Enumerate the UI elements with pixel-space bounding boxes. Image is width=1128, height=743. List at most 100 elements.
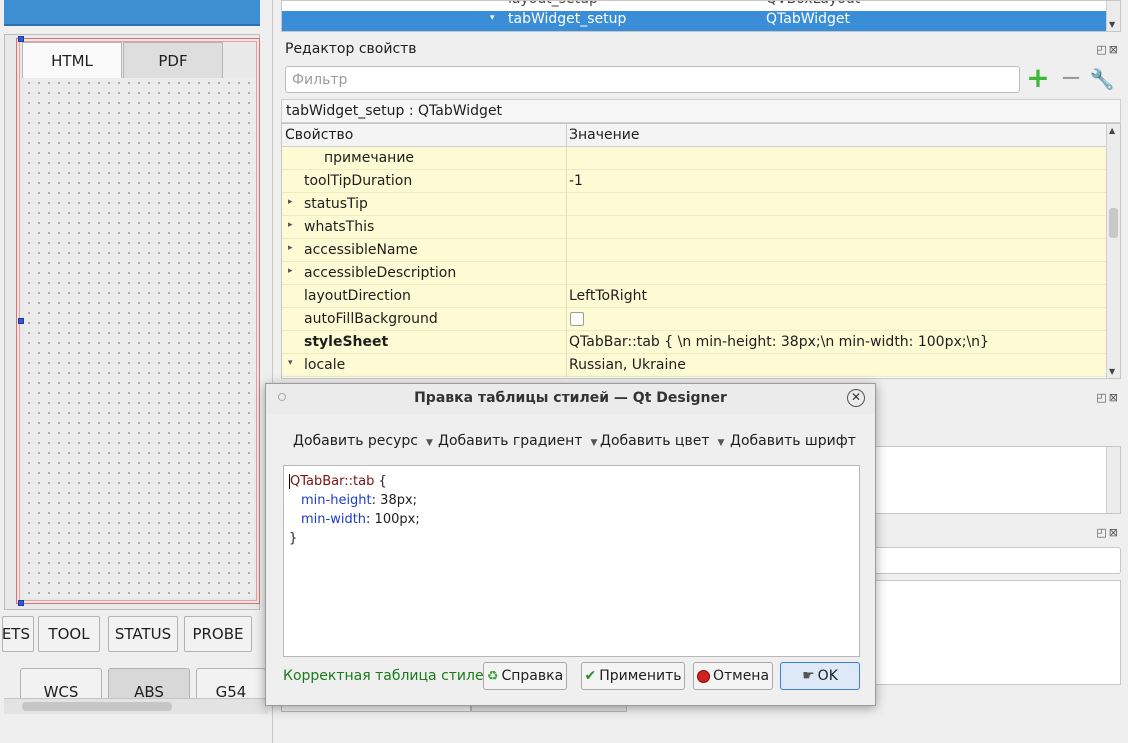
- expand-arrow-icon[interactable]: ▸: [288, 243, 293, 253]
- add-color-button[interactable]: Добавить цвет ▼: [600, 433, 724, 449]
- header-property[interactable]: Свойство: [285, 127, 353, 143]
- property-name: autoFillBackground: [304, 311, 438, 327]
- resize-handle[interactable]: [18, 318, 24, 324]
- stop-icon: [696, 669, 710, 683]
- code-brace: }: [289, 531, 298, 546]
- property-name: layoutDirection: [304, 288, 411, 304]
- property-table-scrollbar[interactable]: ▲ ▼: [1106, 124, 1120, 378]
- column-divider: [566, 239, 567, 262]
- ok-button[interactable]: ☛ OK: [780, 662, 860, 690]
- property-value[interactable]: -1: [569, 173, 583, 189]
- canvas-horizontal-scrollbar[interactable]: [4, 698, 268, 714]
- canvas-top-bar: [4, 0, 260, 26]
- code-property: min-width: [301, 512, 367, 527]
- cancel-label: Отмена: [712, 668, 770, 684]
- probe-button[interactable]: PROBE: [184, 616, 252, 652]
- tab-page-grid[interactable]: [24, 78, 256, 598]
- property-row[interactable]: ▾ locale Russian, Ukraine: [282, 354, 1108, 377]
- help-button[interactable]: ♻ Справка: [483, 662, 567, 690]
- help-icon: ♻: [486, 668, 499, 684]
- resize-handle[interactable]: [18, 600, 24, 606]
- auto-fill-checkbox[interactable]: [570, 312, 584, 326]
- chevron-down-icon: ▼: [717, 438, 725, 448]
- configure-wrench-icon[interactable]: 🔧: [1089, 66, 1115, 92]
- dock-float-close-icon[interactable]: ◰⊠: [1096, 391, 1120, 404]
- dialog-titlebar[interactable]: Правка таблицы стилей — Qt Designer ✕: [266, 384, 875, 414]
- code-line: }: [289, 529, 854, 548]
- header-divider: [566, 124, 567, 147]
- expand-arrow-icon[interactable]: ▸: [288, 266, 293, 276]
- scrollbar-thumb[interactable]: [1109, 208, 1118, 238]
- property-row[interactable]: ▸ accessibleDescription: [282, 262, 1108, 285]
- column-divider: [566, 285, 567, 308]
- tree-row-selected[interactable]: ▾ tabWidget_setup QTabWidget: [282, 11, 1108, 31]
- expand-arrow-icon[interactable]: ▸: [288, 197, 293, 207]
- tree-row-name: tabWidget_setup: [508, 11, 627, 27]
- property-row[interactable]: autoFillBackground: [282, 308, 1108, 331]
- panel-scrollbar[interactable]: [1106, 447, 1120, 513]
- cancel-button[interactable]: Отмена: [693, 662, 773, 690]
- code-line: QTabBar::tab {: [289, 472, 854, 491]
- validation-status: Корректная таблица стилей: [283, 668, 493, 684]
- property-name: toolTipDuration: [304, 173, 413, 189]
- chevron-down-icon: ▼: [426, 438, 433, 448]
- ok-hand-icon: ☛: [802, 668, 815, 684]
- tree-row-layout[interactable]: layout_setup QVBoxLayout: [282, 1, 1108, 11]
- property-name: accessibleDescription: [304, 265, 457, 281]
- property-row[interactable]: toolTipDuration -1: [282, 170, 1108, 193]
- close-icon[interactable]: ✕: [847, 389, 865, 407]
- add-resource-button[interactable]: Добавить ресурс ▼: [293, 433, 433, 449]
- status-button[interactable]: STATUS: [108, 616, 178, 652]
- property-value[interactable]: QTabBar::tab { \n min-height: 38px;\n mi…: [569, 334, 989, 350]
- ets-button[interactable]: ETS: [2, 616, 34, 652]
- add-font-button[interactable]: Добавить шрифт: [730, 433, 856, 449]
- scroll-down-icon[interactable]: ▼: [1109, 20, 1115, 29]
- property-row[interactable]: styleSheet QTabBar::tab { \n min-height: …: [282, 331, 1108, 354]
- property-name: whatsThis: [304, 219, 375, 235]
- add-property-icon[interactable]: +: [1025, 64, 1051, 92]
- property-row[interactable]: ▸ statusTip: [282, 193, 1108, 216]
- property-name: accessibleName: [304, 242, 418, 258]
- expand-arrow-icon[interactable]: ▾: [490, 13, 495, 23]
- property-filter-input[interactable]: Фильтр: [285, 66, 1020, 93]
- code-selector: QTabBar: [289, 474, 345, 489]
- property-name: statusTip: [304, 196, 368, 212]
- apply-button[interactable]: ✔ Применить: [581, 662, 685, 690]
- add-resource-label: Добавить ресурс: [293, 433, 418, 449]
- object-inspector-tree[interactable]: layout_setup QVBoxLayout ▾ tabWidget_set…: [281, 0, 1121, 32]
- stylesheet-dialog: Правка таблицы стилей — Qt Designer ✕ До…: [265, 383, 876, 706]
- add-color-label: Добавить цвет: [600, 433, 710, 449]
- tab-html[interactable]: HTML: [22, 42, 122, 78]
- property-value[interactable]: Russian, Ukraine: [569, 357, 686, 373]
- add-font-label: Добавить шрифт: [730, 433, 856, 449]
- check-icon: ✔: [584, 668, 597, 684]
- stylesheet-editor[interactable]: QTabBar::tab { min-height: 38px; min-wid…: [283, 465, 860, 657]
- tree-scrollbar[interactable]: ▼: [1106, 1, 1120, 31]
- property-row[interactable]: примечание: [282, 147, 1108, 170]
- add-gradient-label: Добавить градиент: [438, 433, 583, 449]
- property-row[interactable]: layoutDirection LeftToRight: [282, 285, 1108, 308]
- column-divider: [566, 331, 567, 354]
- property-row[interactable]: ▸ accessibleName: [282, 239, 1108, 262]
- expand-arrow-icon[interactable]: ▸: [288, 220, 293, 230]
- tab-pdf[interactable]: PDF: [123, 42, 223, 78]
- property-table[interactable]: Свойство Значение примечание toolTipDurat…: [281, 123, 1121, 379]
- column-divider: [566, 170, 567, 193]
- property-row[interactable]: ▸ whatsThis: [282, 216, 1108, 239]
- add-gradient-button[interactable]: Добавить градиент ▼: [438, 433, 597, 449]
- dock-float-close-icon[interactable]: ◰⊠: [1096, 43, 1120, 56]
- chevron-down-icon: ▼: [590, 438, 598, 448]
- code-selector-sep: ::: [344, 474, 354, 489]
- current-object-label: tabWidget_setup : QTabWidget: [281, 99, 1121, 123]
- scrollbar-thumb[interactable]: [22, 702, 172, 711]
- scroll-down-icon[interactable]: ▼: [1109, 367, 1115, 376]
- remove-property-icon[interactable]: −: [1059, 65, 1083, 92]
- property-name: примечание: [324, 150, 415, 166]
- tool-button[interactable]: TOOL: [38, 616, 100, 652]
- scroll-up-icon[interactable]: ▲: [1109, 126, 1115, 135]
- column-divider: [566, 354, 567, 377]
- header-value[interactable]: Значение: [569, 127, 639, 143]
- collapse-arrow-icon[interactable]: ▾: [288, 358, 293, 368]
- property-value[interactable]: LeftToRight: [569, 288, 647, 304]
- dock-float-close-icon[interactable]: ◰⊠: [1096, 526, 1120, 539]
